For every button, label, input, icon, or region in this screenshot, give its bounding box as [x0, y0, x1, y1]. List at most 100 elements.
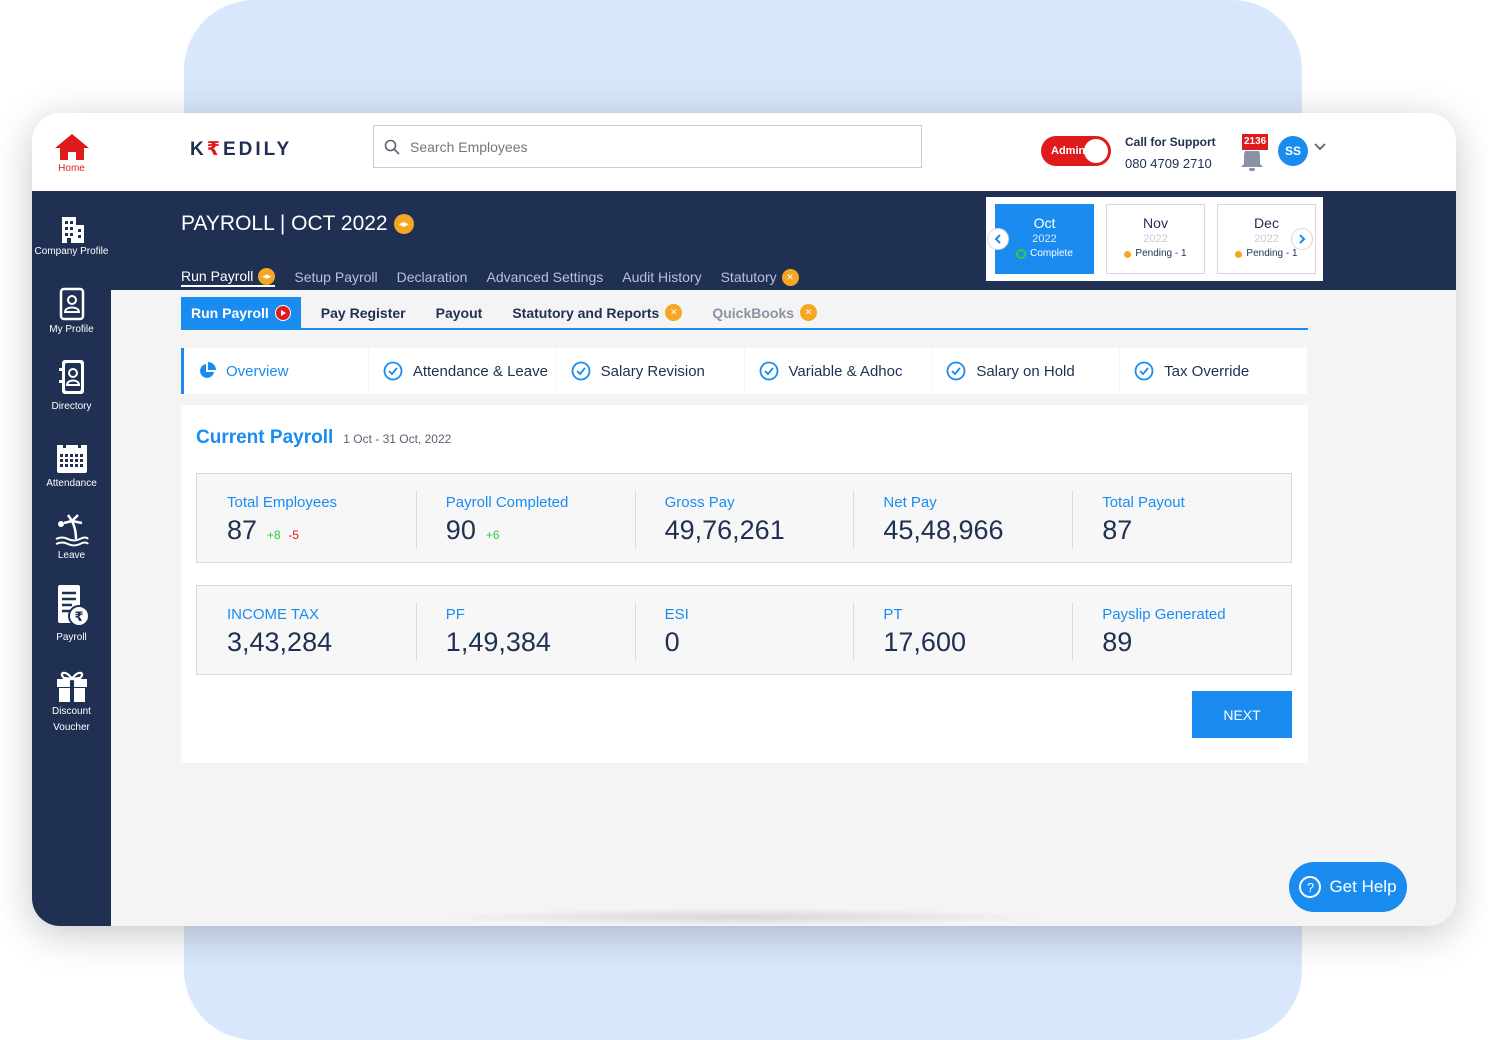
- subtab-payout[interactable]: Payout: [426, 297, 493, 328]
- search-box[interactable]: [373, 125, 922, 168]
- stat-payslip-generated[interactable]: Payslip Generated 89: [1072, 586, 1291, 674]
- stat-value: 1,49,384: [445, 627, 551, 657]
- step-attendance-leave[interactable]: Attendance & Leave: [368, 348, 556, 394]
- stat-total-employees[interactable]: Total Employees 87 +8 -5: [197, 474, 416, 562]
- tab-advanced-settings[interactable]: Advanced Settings: [486, 267, 603, 287]
- sidebar-item-my-profile[interactable]: My Profile: [32, 287, 111, 338]
- stat-pt[interactable]: PT 17,600: [853, 586, 1072, 674]
- subtab-label: Statutory and Reports: [512, 304, 660, 321]
- admin-toggle[interactable]: Admin: [1041, 136, 1111, 166]
- payroll-icon: ₹: [57, 585, 90, 627]
- subtab-run-payroll[interactable]: Run Payroll: [181, 297, 301, 328]
- sidebar-item-label: Attendance: [46, 478, 97, 489]
- sidebar-item-leave[interactable]: Leave: [32, 513, 111, 564]
- next-button[interactable]: NEXT: [1192, 691, 1292, 738]
- stat-income-tax[interactable]: INCOME TAX 3,43,284: [197, 586, 416, 674]
- month-card-nov[interactable]: Nov 2022 Pending - 1: [1106, 204, 1205, 274]
- tab-statutory[interactable]: Statutory ✕: [721, 267, 799, 287]
- stat-increase: +6: [485, 528, 500, 542]
- deductions-stats-row: INCOME TAX 3,43,284 PF 1,49,384 ESI 0 PT…: [196, 585, 1292, 675]
- step-tax-override[interactable]: Tax Override: [1120, 348, 1307, 394]
- sidebar-item-label: Discount Voucher: [52, 706, 91, 733]
- stat-esi[interactable]: ESI 0: [634, 586, 854, 674]
- tab-label: Declaration: [396, 269, 468, 285]
- tab-run-payroll[interactable]: Run Payroll ◂▸: [181, 267, 276, 287]
- sidebar-item-payroll[interactable]: ₹ Payroll: [32, 583, 111, 646]
- support-phone: 080 4709 2710: [1125, 156, 1212, 171]
- top-bar: Home K₹EDILY Admin Call for Support 080 …: [32, 113, 1456, 191]
- stat-pf[interactable]: PF 1,49,384: [415, 586, 635, 674]
- sidebar-item-attendance[interactable]: Attendance: [32, 441, 111, 492]
- step-label: Attendance & Leave: [412, 362, 548, 380]
- sidebar-item-directory[interactable]: Directory: [32, 358, 111, 415]
- month-status: Complete: [996, 247, 1093, 261]
- step-label: Overview: [226, 362, 289, 380]
- stat-value: 45,48,966: [883, 515, 1004, 545]
- subtab-quickbooks[interactable]: QuickBooks ✕: [702, 297, 827, 328]
- stat-label: Total Payout: [1102, 494, 1185, 511]
- stat-decrease: -5: [288, 528, 299, 542]
- summary-stats-row: Total Employees 87 +8 -5 Payroll Complete…: [196, 473, 1292, 563]
- step-variable-adhoc[interactable]: Variable & Adhoc: [744, 348, 932, 394]
- sidebar-item-discount-voucher[interactable]: Discount Voucher: [32, 667, 111, 736]
- tab-label: Run Payroll: [181, 268, 254, 284]
- sidebar-item-label: Company Profile: [34, 246, 109, 257]
- tools-icon: ✕: [781, 268, 799, 286]
- check-circle-icon: [759, 361, 778, 381]
- avatar[interactable]: SS: [1278, 136, 1308, 166]
- stat-label: PT: [883, 606, 903, 623]
- stat-total-payout[interactable]: Total Payout 87: [1072, 474, 1291, 562]
- step-salary-revision[interactable]: Salary Revision: [556, 348, 744, 394]
- month-year: 2022: [1143, 233, 1168, 245]
- month-prev-button[interactable]: [987, 228, 1009, 250]
- support-info: Call for Support 080 4709 2710: [1125, 132, 1216, 174]
- stat-value: 89: [1102, 627, 1133, 657]
- chevron-down-icon[interactable]: [1313, 140, 1327, 154]
- app-window: Home K₹EDILY Admin Call for Support 080 …: [32, 113, 1456, 926]
- month-card-oct[interactable]: Oct 2022 Complete: [995, 204, 1094, 274]
- stat-net-pay[interactable]: Net Pay 45,48,966: [853, 474, 1072, 562]
- tools-icon: ✕: [800, 304, 818, 321]
- question-icon: ?: [1299, 876, 1322, 898]
- stat-label: ESI: [664, 606, 689, 623]
- current-payroll-card: Current Payroll 1 Oct - 31 Oct, 2022 Tot…: [181, 405, 1308, 763]
- step-salary-on-hold[interactable]: Salary on Hold: [932, 348, 1120, 394]
- top-tabs: Run Payroll ◂▸ Setup Payroll Declaration…: [181, 267, 799, 287]
- tab-declaration[interactable]: Declaration: [397, 267, 468, 287]
- coin-icon: ◂▸: [393, 214, 414, 234]
- building-icon: [61, 217, 84, 243]
- get-help-button[interactable]: ? Get Help: [1289, 862, 1407, 912]
- check-circle-icon: [1134, 361, 1154, 381]
- sub-tabs: Run Payroll Pay Register Payout Statutor…: [181, 297, 1308, 330]
- pending-dot-icon: [1235, 250, 1243, 258]
- home-label: Home: [58, 163, 85, 174]
- stat-value: 49,76,261: [664, 515, 785, 545]
- subtab-label: Payout: [435, 304, 483, 321]
- toggle-knob: [1084, 139, 1108, 163]
- home-button[interactable]: Home: [32, 113, 111, 191]
- svg-text:₹: ₹: [74, 610, 83, 625]
- sidebar-item-company-profile[interactable]: Company Profile: [32, 213, 111, 260]
- step-label: Salary Revision: [600, 362, 705, 380]
- stat-value: 0: [664, 627, 680, 657]
- search-input[interactable]: [410, 138, 890, 155]
- tab-setup-payroll[interactable]: Setup Payroll: [294, 267, 377, 287]
- calendar-icon: [56, 442, 87, 473]
- subtab-statutory-and-reports[interactable]: Statutory and Reports ✕: [502, 297, 692, 328]
- subtab-label: Pay Register: [320, 304, 406, 321]
- gift-icon: [56, 671, 87, 702]
- payroll-steps: Overview Attendance & Leave Salary Revis…: [181, 348, 1308, 394]
- decorative-shadow: [432, 908, 1052, 926]
- month-next-button[interactable]: [1291, 228, 1313, 250]
- kredily-logo[interactable]: K₹EDILY: [190, 138, 292, 161]
- subtab-pay-register[interactable]: Pay Register: [311, 297, 416, 328]
- tab-audit-history[interactable]: Audit History: [622, 267, 701, 287]
- stat-payroll-completed[interactable]: Payroll Completed 90 +6: [415, 474, 635, 562]
- notification-count-badge: 2136: [1241, 133, 1270, 151]
- pie-chart-icon: [200, 362, 216, 378]
- stat-label: Net Pay: [883, 494, 937, 511]
- step-overview[interactable]: Overview: [181, 348, 368, 394]
- coin-icon: ◂▸: [258, 267, 276, 285]
- home-icon: [54, 134, 89, 160]
- stat-gross-pay[interactable]: Gross Pay 49,76,261: [634, 474, 854, 562]
